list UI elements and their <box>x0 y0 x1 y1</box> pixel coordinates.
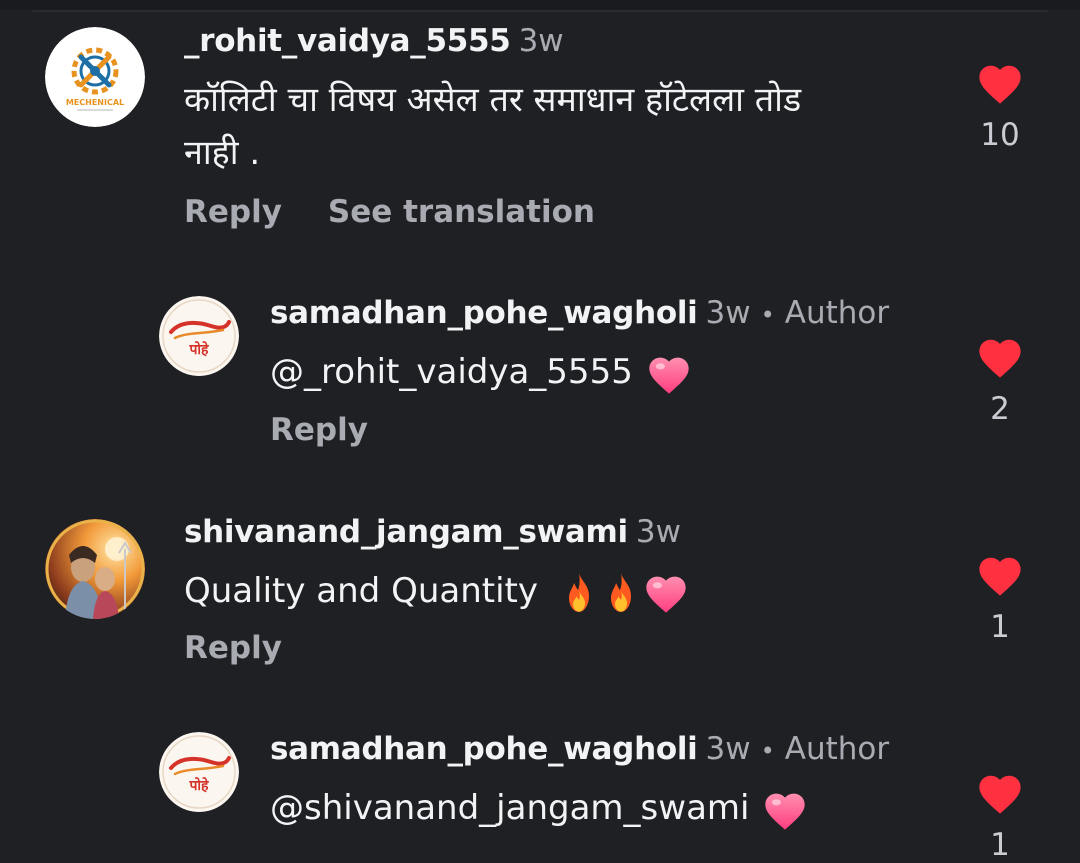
avatar-logo-text: MECHENICAL <box>66 98 124 107</box>
avatar-logo-text: पोहे <box>188 777 209 794</box>
comment-actions: Reply See translation <box>184 192 595 232</box>
reply-button[interactable]: Reply <box>184 194 282 230</box>
mention-link[interactable]: @_rohit_vaidya_5555 <box>270 352 633 392</box>
fire-emoji-icon <box>559 571 599 615</box>
reply-button[interactable]: Reply <box>270 412 368 448</box>
avatar-logo-text: पोहे <box>188 341 209 358</box>
username[interactable]: shivanand_jangam_swami <box>184 514 628 550</box>
avatar[interactable] <box>45 519 145 619</box>
avatar[interactable]: पोहे <box>159 296 239 376</box>
comment-header: samadhan_pohe_wagholi 3w • Author <box>270 729 889 771</box>
timestamp: 3w <box>518 23 564 59</box>
author-badge: Author <box>784 731 890 767</box>
mention-link[interactable]: @shivanand_jangam_swami <box>270 788 749 828</box>
pink-heart-emoji-icon <box>762 789 808 831</box>
mechanical-logo-avatar-icon: MECHENICAL <box>45 27 145 127</box>
heart-icon[interactable] <box>970 61 1030 105</box>
comment-text-line: कॉलिटी चा विषय असेल तर समाधान हॉटेलला तो… <box>184 80 802 120</box>
heart-icon[interactable] <box>970 335 1030 379</box>
comment-header: _rohit_vaidya_5555 3w <box>184 21 564 61</box>
like-count: 2 <box>990 391 1010 427</box>
comment-header: shivanand_jangam_swami 3w <box>184 512 681 552</box>
like-control: 2 <box>970 335 1030 427</box>
like-count: 10 <box>980 117 1020 153</box>
timestamp: 3w <box>635 514 681 550</box>
username[interactable]: samadhan_pohe_wagholi <box>270 731 698 767</box>
sheet-top-edge <box>0 0 1080 12</box>
username[interactable]: _rohit_vaidya_5555 <box>184 23 511 59</box>
separator-dot: • <box>760 737 775 765</box>
deity-portrait-avatar-icon <box>45 519 145 619</box>
heart-icon[interactable] <box>970 553 1030 597</box>
samadhan-pohe-logo-avatar-icon: पोहे <box>159 732 239 812</box>
username[interactable]: samadhan_pohe_wagholi <box>270 295 698 331</box>
like-control: 10 <box>970 61 1030 153</box>
comment-actions: Reply <box>184 628 282 668</box>
like-count: 1 <box>990 827 1010 863</box>
comment-text: @_rohit_vaidya_5555 <box>270 346 692 399</box>
comment-text: @shivanand_jangam_swami <box>270 782 808 835</box>
pink-heart-emoji-icon <box>643 572 689 614</box>
avatar[interactable]: MECHENICAL <box>45 27 145 127</box>
comment-header: samadhan_pohe_wagholi 3w • Author <box>270 293 889 335</box>
see-translation-button[interactable]: See translation <box>328 194 595 230</box>
fire-emoji-icon <box>601 571 641 615</box>
heart-icon[interactable] <box>970 771 1030 815</box>
comment-text-line: Quality and Quantity <box>184 571 538 611</box>
comment-actions: Reply <box>270 410 368 450</box>
comment-text: Quality and Quantity <box>184 565 689 618</box>
like-control: 1 <box>970 553 1030 645</box>
samadhan-pohe-logo-avatar-icon: पोहे <box>159 296 239 376</box>
like-count: 1 <box>990 609 1010 645</box>
separator-dot: • <box>760 301 775 329</box>
avatar[interactable]: पोहे <box>159 732 239 812</box>
timestamp: 3w <box>705 295 751 331</box>
reply-button[interactable]: Reply <box>184 630 282 666</box>
like-control: 1 <box>970 771 1030 863</box>
author-badge: Author <box>784 295 890 331</box>
timestamp: 3w <box>705 731 751 767</box>
comment-text: कॉलिटी चा विषय असेल तर समाधान हॉटेलला तो… <box>184 74 801 180</box>
pink-heart-emoji-icon <box>646 353 692 395</box>
comment-text-line: नाही . <box>184 133 261 173</box>
